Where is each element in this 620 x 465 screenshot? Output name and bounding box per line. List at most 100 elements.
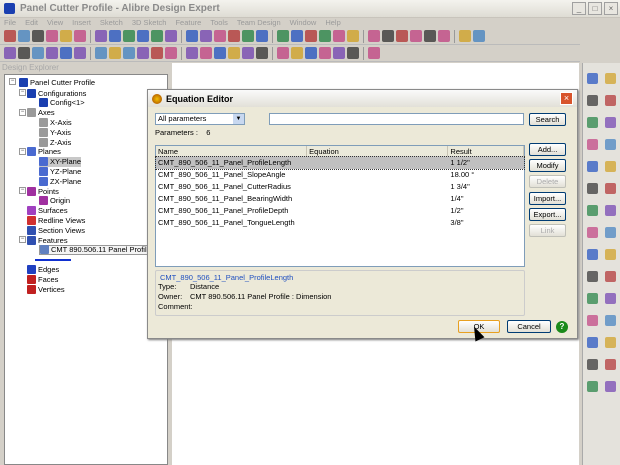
collapse-toggle[interactable]: − — [19, 187, 26, 194]
tree-item-xy-plane[interactable]: XY-Plane — [39, 156, 81, 167]
paste-icon[interactable] — [137, 30, 149, 42]
tool-icon[interactable] — [605, 293, 616, 304]
move-icon[interactable] — [228, 47, 240, 59]
tool-icon[interactable] — [605, 227, 616, 238]
menu-tools[interactable]: Tools — [210, 18, 228, 28]
menu-sketch[interactable]: Sketch — [100, 18, 123, 28]
cancel-button[interactable]: Cancel — [507, 320, 551, 333]
table-row[interactable]: CMT_890_506_11_Panel_BearingWidth 1/4" — [156, 193, 524, 205]
tool-icon[interactable] — [605, 249, 616, 260]
import-button[interactable]: Import... — [529, 192, 566, 205]
tree-item-vertices[interactable]: Vertices — [27, 284, 65, 294]
chevron-down-icon[interactable]: ▼ — [233, 114, 244, 124]
collapse-toggle[interactable]: − — [19, 236, 26, 243]
dimension-icon[interactable] — [186, 47, 198, 59]
ellipse-icon[interactable] — [18, 47, 30, 59]
tree-item-edges[interactable]: Edges — [27, 264, 59, 274]
back-icon[interactable] — [305, 47, 317, 59]
tool-icon[interactable] — [587, 381, 598, 392]
tool-icon[interactable] — [605, 359, 616, 370]
tool-icon[interactable] — [587, 95, 598, 106]
chamfer-icon[interactable] — [382, 30, 394, 42]
render-icon[interactable] — [200, 30, 212, 42]
plane-icon[interactable] — [256, 30, 268, 42]
forward-icon[interactable] — [319, 47, 331, 59]
tool-icon[interactable] — [605, 117, 616, 128]
mirror-icon[interactable] — [424, 30, 436, 42]
axis-icon[interactable] — [109, 47, 121, 59]
menu-edit[interactable]: Edit — [25, 18, 38, 28]
ruler-icon[interactable] — [347, 47, 359, 59]
zoom-fit-icon[interactable] — [277, 47, 289, 59]
tool-icon[interactable] — [605, 337, 616, 348]
tree-item-yz-plane[interactable]: YZ-Plane — [39, 166, 81, 176]
tool-icon[interactable] — [587, 227, 598, 238]
tree-item-origin[interactable]: Origin — [39, 196, 70, 206]
pattern-icon[interactable] — [438, 30, 450, 42]
search-button[interactable]: Search — [529, 113, 566, 126]
tree-item-planes[interactable]: Planes — [27, 147, 61, 157]
save-icon[interactable] — [32, 30, 44, 42]
hole-icon[interactable] — [347, 30, 359, 42]
print-icon[interactable] — [60, 30, 72, 42]
balance-icon[interactable] — [200, 47, 212, 59]
collapse-toggle[interactable]: − — [19, 89, 26, 96]
menu-3d-sketch[interactable]: 3D Sketch — [132, 18, 167, 28]
tree-item-axes[interactable]: Axes — [27, 108, 55, 118]
point3d-icon[interactable] — [123, 47, 135, 59]
menu-file[interactable]: File — [4, 18, 16, 28]
tool-icon[interactable] — [605, 205, 616, 216]
select-icon[interactable] — [214, 47, 226, 59]
table-row[interactable]: CMT_890_506_11_Panel_ProfileDepth 1/2" — [156, 205, 524, 217]
sketch-icon[interactable] — [277, 30, 289, 42]
rectangle-icon[interactable] — [32, 47, 44, 59]
copy-icon[interactable] — [123, 30, 135, 42]
tree-root[interactable]: Panel Cutter Profile — [19, 77, 95, 87]
tree-item-points[interactable]: Points — [27, 186, 59, 196]
constraint-icon[interactable] — [137, 47, 149, 59]
tool-icon[interactable] — [587, 249, 598, 260]
layers-icon[interactable] — [74, 47, 86, 59]
measure-icon[interactable] — [459, 30, 471, 42]
tool-icon[interactable] — [587, 139, 598, 150]
render-icon[interactable] — [368, 47, 380, 59]
collapse-toggle[interactable]: − — [19, 108, 26, 116]
menu-window[interactable]: Window — [290, 18, 317, 28]
tool-icon[interactable] — [587, 73, 598, 84]
tree-item-redline-views[interactable]: Redline Views — [27, 215, 85, 225]
menu-insert[interactable]: Insert — [72, 18, 91, 28]
zoom-out-icon[interactable] — [291, 47, 303, 59]
minimize-button[interactable]: _ — [572, 2, 586, 15]
column-equation[interactable]: Equation — [307, 146, 449, 156]
undo-icon[interactable] — [165, 30, 177, 42]
shell-icon[interactable] — [396, 30, 408, 42]
tree-item-configurations[interactable]: Configurations — [27, 88, 86, 98]
tool-icon[interactable] — [587, 161, 598, 172]
tree-item-x-axis[interactable]: X-Axis — [39, 117, 72, 127]
tool-icon[interactable] — [605, 161, 616, 172]
tool-icon[interactable] — [605, 139, 616, 150]
pdf-icon[interactable] — [95, 30, 107, 42]
tree-item-cmt-890-506-11-panel-profile[interactable]: CMT 890.506.11 Panel Profile — [39, 244, 152, 255]
search-input[interactable] — [269, 113, 524, 125]
table-row[interactable]: CMT_890_506_11_Panel_ProfileLength 1 1/2" — [155, 156, 525, 170]
parts-icon[interactable] — [165, 47, 177, 59]
link-button[interactable]: Link — [529, 224, 566, 237]
maximize-button[interactable]: □ — [588, 2, 602, 15]
tool-icon[interactable] — [587, 183, 598, 194]
close-button[interactable]: × — [604, 2, 618, 15]
tool-icon[interactable] — [587, 337, 598, 348]
modify-button[interactable]: Modify — [529, 159, 566, 172]
add-button[interactable]: Add... — [529, 143, 566, 156]
tree-item-features[interactable]: Features — [27, 235, 68, 245]
rotate-icon[interactable] — [228, 30, 240, 42]
menu-view[interactable]: View — [47, 18, 63, 28]
revolve-icon[interactable] — [305, 30, 317, 42]
delete-button[interactable]: Delete — [529, 175, 566, 188]
pan-icon[interactable] — [333, 47, 345, 59]
tool-icon[interactable] — [605, 271, 616, 282]
loft-icon[interactable] — [333, 30, 345, 42]
table-row[interactable]: CMT_890_506_11_Panel_TongueLength 3/8" — [156, 217, 524, 229]
sweep-icon[interactable] — [319, 30, 331, 42]
tool-icon[interactable] — [587, 315, 598, 326]
